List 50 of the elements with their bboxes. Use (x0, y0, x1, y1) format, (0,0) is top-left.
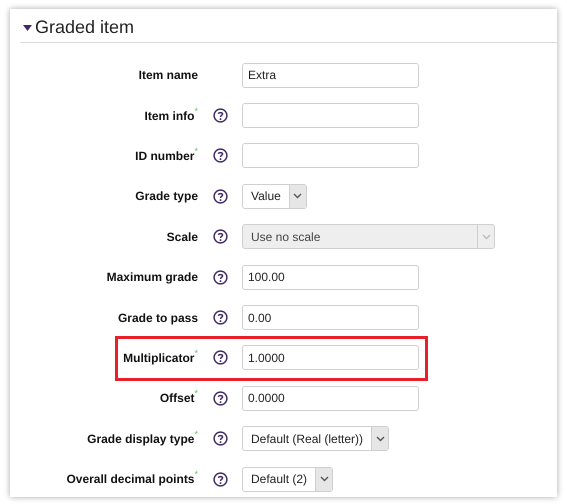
text-field[interactable] (242, 103, 419, 128)
field-label: ID number (135, 148, 194, 165)
text-field[interactable]: 0.00 (242, 305, 419, 330)
field-label: Grade to pass (118, 310, 198, 327)
field-label: Offset (160, 390, 194, 408)
text-field[interactable] (242, 143, 419, 168)
help-icon[interactable] (212, 310, 228, 326)
help-icon[interactable] (212, 390, 228, 406)
help-icon[interactable] (212, 188, 228, 204)
chevron-down-icon (320, 476, 329, 482)
advanced-marker: * (194, 106, 198, 116)
chevron-down-icon (293, 193, 302, 200)
dropdown-value: Use no scale (250, 228, 322, 246)
dropdown-caret[interactable] (315, 468, 332, 491)
field-label: Overall decimal points (66, 471, 194, 488)
dropdown-caret[interactable] (288, 184, 306, 208)
help-icon[interactable] (212, 148, 228, 164)
section-header[interactable]: Graded item (20, 15, 557, 43)
help-icon[interactable] (212, 431, 228, 446)
field-label: Multiplicator (123, 350, 194, 367)
advanced-marker: * (194, 146, 198, 156)
advanced-marker: * (194, 430, 198, 439)
field-label: Item name (138, 67, 198, 84)
text-field[interactable]: 100.00 (242, 264, 419, 290)
dropdown-field[interactable]: Default (Real (letter)) (242, 426, 390, 452)
chevron-down-icon (376, 436, 385, 442)
dropdown-field[interactable]: Default (2) (242, 466, 334, 492)
caret-down-icon[interactable] (23, 24, 32, 30)
chevron-down-icon (482, 234, 490, 240)
field-label: Maximum grade (106, 269, 198, 286)
section-title: Graded item (35, 16, 134, 39)
advanced-marker: * (194, 348, 198, 358)
field-label: Grade type (135, 188, 198, 206)
text-field[interactable]: 0.0000 (242, 386, 419, 411)
help-icon[interactable] (212, 270, 228, 285)
advanced-marker: * (194, 389, 198, 398)
dropdown-field[interactable]: Value (242, 184, 307, 209)
advanced-marker: * (194, 470, 198, 480)
dropdown-value: Default (Real (letter)) (250, 430, 364, 448)
dropdown-value: Value (250, 188, 282, 206)
help-icon[interactable] (212, 108, 228, 124)
dropdown-caret[interactable] (371, 427, 388, 450)
text-field[interactable]: Extra (242, 62, 419, 88)
text-field[interactable]: 1.0000 (242, 345, 419, 370)
help-icon[interactable] (212, 472, 228, 487)
field-label: Grade display type (87, 430, 194, 448)
help-icon[interactable] (212, 350, 228, 366)
field-label: Scale (166, 228, 198, 246)
field-label: Item info (144, 108, 194, 125)
dropdown-value: Default (2) (250, 471, 308, 488)
